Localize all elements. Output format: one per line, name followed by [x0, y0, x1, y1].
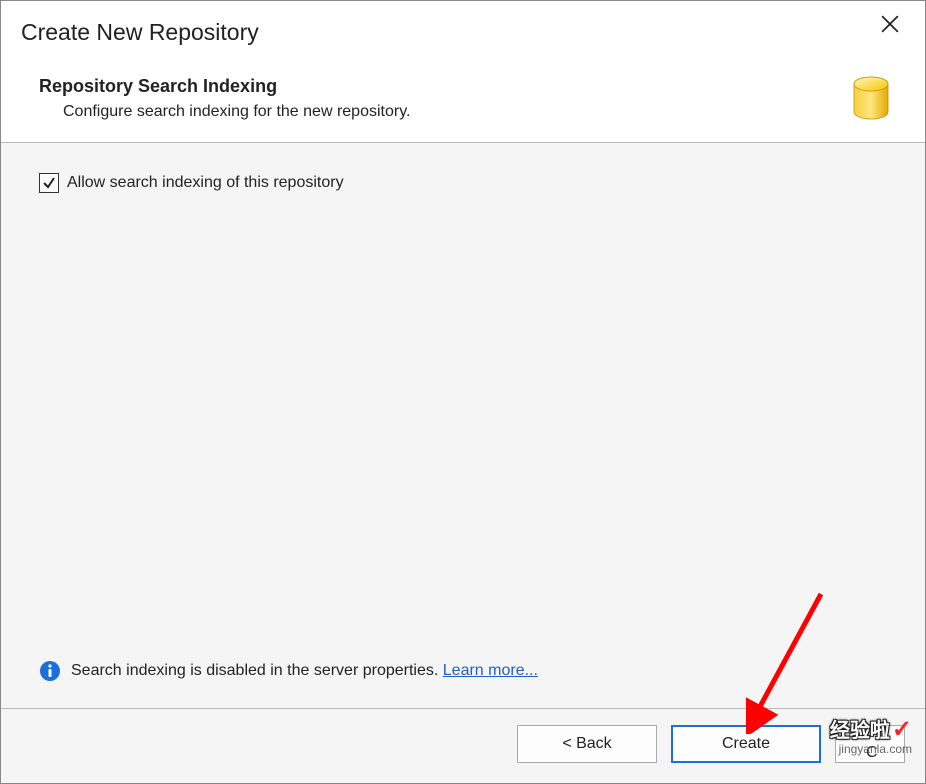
back-button[interactable]: < Back: [517, 725, 657, 763]
create-button[interactable]: Create: [671, 725, 821, 763]
info-icon: [39, 660, 61, 682]
allow-indexing-checkbox[interactable]: [39, 173, 59, 193]
cancel-button[interactable]: C: [835, 725, 905, 763]
dialog-title: Create New Repository: [21, 19, 259, 46]
content-area: Allow search indexing of this repository…: [1, 143, 925, 709]
titlebar: Create New Repository: [1, 1, 925, 64]
info-text: Search indexing is disabled in the serve…: [71, 662, 538, 680]
page-subtitle: Configure search indexing for the new re…: [63, 103, 847, 121]
checkbox-label: Allow search indexing of this repository: [67, 174, 344, 192]
page-title: Repository Search Indexing: [39, 76, 847, 97]
info-row: Search indexing is disabled in the serve…: [39, 660, 887, 682]
spacer: [39, 193, 887, 660]
cancel-label-partial: C: [866, 744, 878, 762]
dialog-window: Create New Repository Repository Search …: [0, 0, 926, 784]
database-icon: [847, 74, 895, 122]
checkbox-row: Allow search indexing of this repository: [39, 173, 887, 193]
wizard-header: Repository Search Indexing Configure sea…: [1, 64, 925, 143]
close-button[interactable]: [873, 11, 907, 41]
learn-more-link[interactable]: Learn more...: [443, 662, 538, 679]
close-icon: [881, 13, 899, 38]
info-message: Search indexing is disabled in the serve…: [71, 662, 443, 679]
checkmark-icon: [42, 176, 56, 190]
header-text: Repository Search Indexing Configure sea…: [39, 76, 847, 121]
button-bar: < Back Create C: [1, 709, 925, 783]
